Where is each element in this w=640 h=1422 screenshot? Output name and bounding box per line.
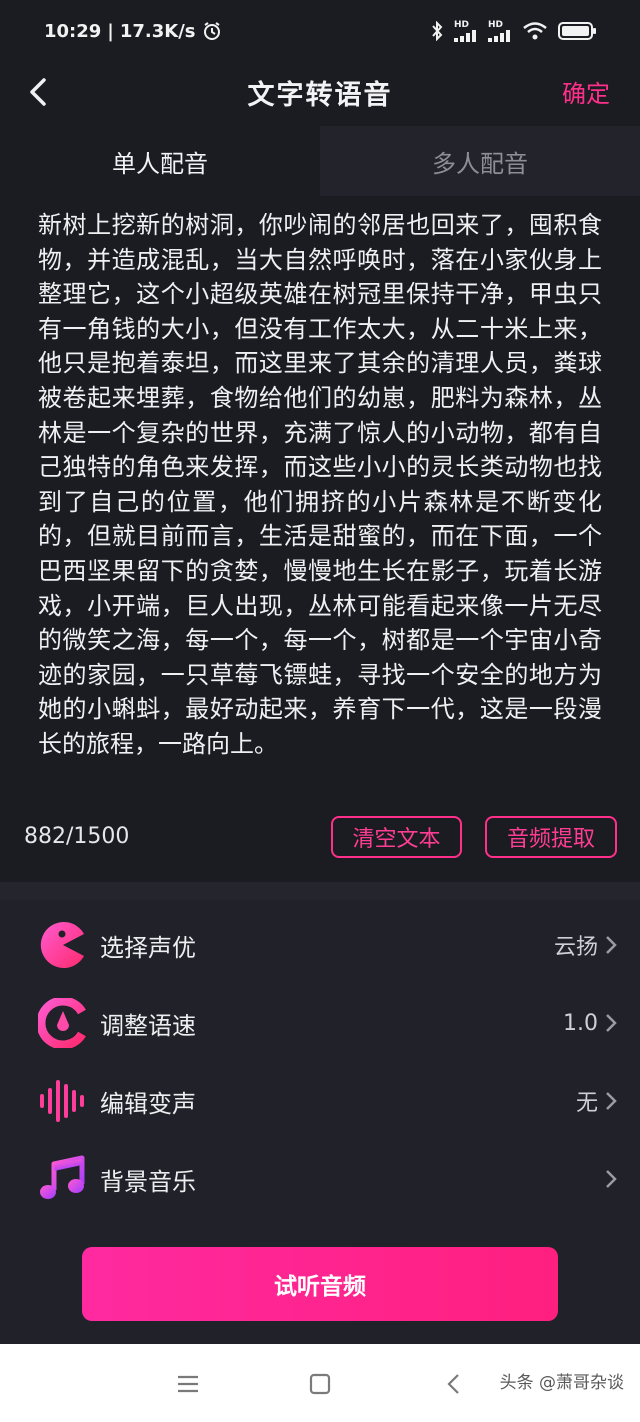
status-left: 10:29 | 17.3K/s [44,21,222,42]
signal-icon [454,29,476,42]
menu-icon[interactable] [174,1370,202,1398]
signal-2: HD [488,19,512,42]
setting-label: 调整语速 [100,1011,196,1040]
setting-label: 编辑变声 [100,1089,196,1118]
bluetooth-icon [432,21,443,41]
back-triangle-icon[interactable] [440,1370,468,1398]
setting-value: 1.0 [563,1010,598,1036]
setting-label: 背景音乐 [100,1167,196,1196]
chevron-right-icon [606,1170,617,1188]
status-bar: 10:29 | 17.3K/s HD HD [0,0,640,62]
confirm-button[interactable]: 确定 [562,74,610,109]
chevron-right-icon [606,1092,617,1110]
audio-extract-button[interactable]: 音频提取 [485,816,617,858]
char-counter: 882/1500 [24,824,130,849]
setting-label: 选择声优 [100,933,196,962]
clear-text-button[interactable]: 清空文本 [331,816,462,858]
status-right: HD HD [430,19,598,42]
music-note-icon [40,1155,85,1199]
back-icon[interactable] [22,72,62,112]
speed-icon [38,998,86,1048]
preview-audio-button[interactable]: 试听音频 [82,1247,558,1321]
waveform-icon [40,1080,84,1122]
setting-speech-speed[interactable]: 调整语速 1.0 [0,988,640,1058]
chevron-right-icon [606,1014,617,1032]
page-title: 文字转语音 [247,79,393,111]
setting-value: 云扬 [553,935,598,960]
battery-icon [558,22,596,40]
watermark-text: 头条 @萧哥杂谈 [499,1373,624,1393]
status-speed: 17.3K/s [119,20,196,42]
status-time: 10:29 [44,20,102,42]
alarm-icon [203,22,220,40]
section-divider [0,882,640,900]
tab-bar: 单人配音 多人配音 [0,126,640,196]
setting-background-music[interactable]: 背景音乐 [0,1144,640,1214]
home-square-icon[interactable] [306,1370,334,1398]
setting-voice-actor[interactable]: 选择声优 云扬 [0,910,640,980]
setting-value: 无 [575,1091,598,1116]
setting-voice-change[interactable]: 编辑变声 无 [0,1066,640,1136]
wifi-icon [523,22,547,40]
text-editor[interactable]: 新树上挖新的树洞，你吵闹的邻居也回来了，囤积食物，并造成混乱，当大自然呼唤时，落… [0,196,640,882]
tab-multi-dubbing[interactable]: 多人配音 [320,126,640,196]
input-text[interactable]: 新树上挖新的树洞，你吵闹的邻居也回来了，囤积食物，并造成混乱，当大自然呼唤时，落… [38,208,602,762]
system-nav-bar: 头条 @萧哥杂谈 [0,1344,640,1422]
app-header: 文字转语音 确定 [0,62,640,122]
hd-label-2: HD [488,19,504,30]
hd-label-1: HD [454,19,470,30]
status-separator: | [107,20,114,42]
signal-icon [488,29,510,42]
signal-1: HD [454,19,478,42]
chevron-right-icon [606,936,617,954]
voice-actor-icon [40,922,84,968]
tab-single-dubbing[interactable]: 单人配音 [0,126,320,196]
